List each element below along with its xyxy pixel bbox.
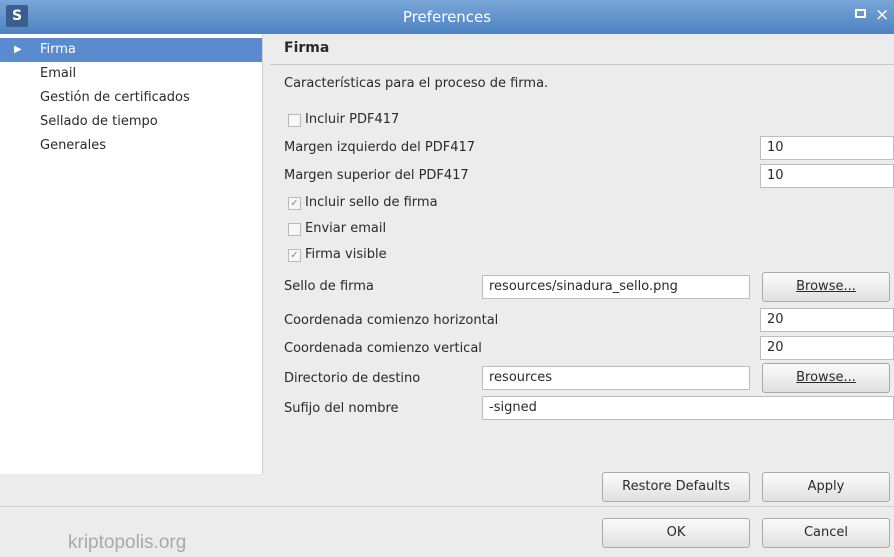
enviar-email-label: Enviar email <box>305 221 387 236</box>
window-title: Preferences <box>402 8 492 26</box>
checkbox-empty-icon[interactable] <box>288 114 301 127</box>
directorio-destino-label: Directorio de destino <box>284 371 421 386</box>
margen-izquierdo-label: Margen izquierdo del PDF417 <box>284 140 476 155</box>
restore-defaults-button[interactable]: Restore Defaults <box>602 472 750 502</box>
sidebar-item-sellado-tiempo[interactable]: Sellado de tiempo <box>0 110 262 134</box>
margen-superior-label: Margen superior del PDF417 <box>284 168 469 183</box>
coord-horizontal-input[interactable]: 20 <box>760 308 894 332</box>
sello-browse-button[interactable]: Browse... <box>762 272 890 302</box>
sello-firma-label: Sello de firma <box>284 279 374 294</box>
preferences-sidebar: ▶ Firma Email Gestión de certificados Se… <box>0 34 263 474</box>
title-bar[interactable]: S Preferences × <box>0 0 894 34</box>
sello-firma-input[interactable]: resources/sinadura_sello.png <box>482 275 750 299</box>
incluir-pdf417-label: Incluir PDF417 <box>305 112 400 127</box>
sidebar-item-label: Generales <box>40 138 107 153</box>
margen-izquierdo-input[interactable]: 10 <box>760 136 894 160</box>
cancel-button[interactable]: Cancel <box>762 518 890 548</box>
maximize-icon[interactable] <box>855 9 866 18</box>
margen-superior-input[interactable]: 10 <box>760 164 894 188</box>
sufijo-nombre-input[interactable]: -signed <box>482 396 894 420</box>
coord-vertical-input[interactable]: 20 <box>760 336 894 360</box>
sidebar-item-label: Gestión de certificados <box>40 90 190 105</box>
apply-button[interactable]: Apply <box>762 472 890 502</box>
close-icon[interactable]: × <box>875 4 889 26</box>
coord-vertical-label: Coordenada comienzo vertical <box>284 341 482 356</box>
sidebar-item-label: Firma <box>40 42 76 57</box>
watermark: kriptopolis.org <box>68 532 187 553</box>
incluir-sello-label: Incluir sello de firma <box>305 195 438 210</box>
sidebar-item-firma[interactable]: ▶ Firma <box>0 38 262 62</box>
header-divider <box>270 64 894 65</box>
sufijo-nombre-label: Sufijo del nombre <box>284 401 399 416</box>
browse-label: Browse... <box>796 370 856 385</box>
directorio-destino-input[interactable]: resources <box>482 366 750 390</box>
ok-button[interactable]: OK <box>602 518 750 548</box>
browse-label: Browse... <box>796 279 856 294</box>
sidebar-item-gestion-certificados[interactable]: Gestión de certificados <box>0 86 262 110</box>
triangle-right-icon[interactable]: ▶ <box>14 38 22 62</box>
check-icon[interactable]: ✓ <box>288 197 301 210</box>
sidebar-item-label: Email <box>40 66 77 81</box>
check-icon[interactable]: ✓ <box>288 249 301 262</box>
footer-divider <box>0 506 894 507</box>
coord-horizontal-label: Coordenada comienzo horizontal <box>284 313 499 328</box>
checkbox-empty-icon[interactable] <box>288 223 301 236</box>
sidebar-item-email[interactable]: Email <box>0 62 262 86</box>
firma-visible-label: Firma visible <box>305 247 387 262</box>
sidebar-item-generales[interactable]: Generales <box>0 134 262 158</box>
page-title: Firma <box>284 40 330 56</box>
page-description: Características para el proceso de firma… <box>284 76 549 91</box>
preferences-window: S Preferences × ▶ Firma Email Gestión de… <box>0 0 894 557</box>
sidebar-item-label: Sellado de tiempo <box>40 114 158 129</box>
directorio-browse-button[interactable]: Browse... <box>762 363 890 393</box>
